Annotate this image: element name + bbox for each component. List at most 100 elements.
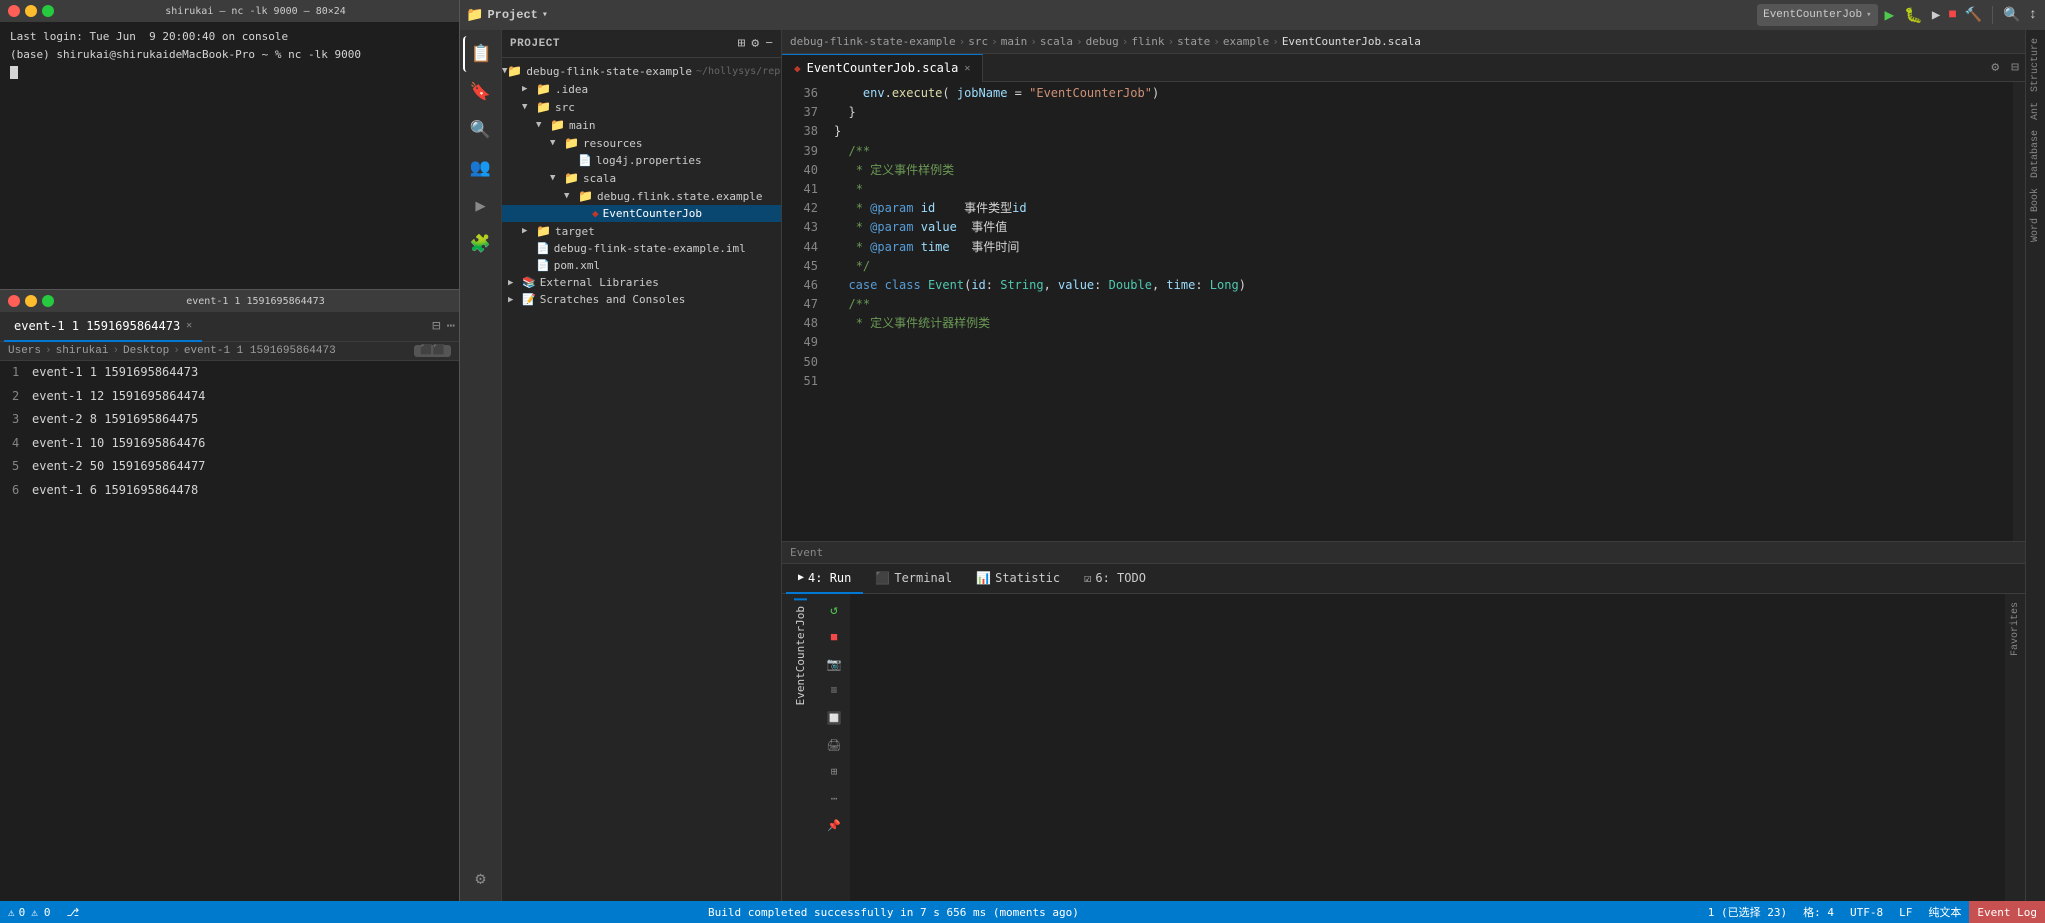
sidebar-item-project[interactable]: 📋	[463, 36, 499, 72]
event-log-tab-close[interactable]: ✕	[186, 320, 192, 331]
more-button[interactable]: ⋯	[822, 787, 846, 811]
tree-item-ext-libs[interactable]: ▶ 📚 External Libraries	[502, 274, 781, 291]
word-book-tab[interactable]: Word Book	[2030, 184, 2041, 246]
settings-icon[interactable]: ⚙	[1985, 60, 2005, 75]
run-tab-statistic[interactable]: 📊 Statistic	[964, 564, 1072, 594]
toggle-button[interactable]: ⬛⬛	[414, 345, 451, 357]
run-tab-terminal[interactable]: ⬛ Terminal	[863, 564, 964, 594]
bc-main[interactable]: main	[1001, 35, 1028, 48]
run-config-selector[interactable]: EventCounterJob ▾	[1757, 4, 1877, 26]
stop-button[interactable]: ■	[1946, 7, 1958, 23]
tree-item-root[interactable]: ▼ 📁 debug-flink-state-example ~/hollysys…	[502, 62, 781, 80]
filter-button[interactable]: 🔲	[822, 706, 846, 730]
bc-example[interactable]: example	[1223, 35, 1269, 48]
status-errors[interactable]: ⚠ 0 ⚠ 0	[0, 901, 59, 923]
sidebar-item-settings[interactable]: ⚙	[463, 861, 499, 897]
extlib-arrow: ▶	[508, 278, 522, 288]
bc-project[interactable]: debug-flink-state-example	[790, 35, 956, 48]
status-file-type[interactable]: 纯文本	[1920, 904, 1969, 920]
code-content[interactable]: 36 37 38 39 40 41 42 43 44 45 46 47	[782, 82, 2025, 541]
vcs-button[interactable]: ↕	[2027, 7, 2039, 23]
layout-icon[interactable]: ⊞	[738, 36, 746, 51]
scroll-end-button[interactable]: ≡	[822, 679, 846, 703]
bc-file[interactable]: EventCounterJob.scala	[1282, 35, 1421, 48]
right-tab-1[interactable]: Favorites	[2010, 598, 2021, 660]
status-encoding[interactable]: UTF-8	[1842, 906, 1891, 919]
run-button[interactable]: ▶	[1882, 5, 1898, 25]
minimize-icon[interactable]: −	[765, 36, 773, 51]
tree-item-eventcounter[interactable]: ◆ EventCounterJob	[502, 205, 781, 222]
tree-item-main[interactable]: ▼ 📁 main	[502, 116, 781, 134]
event-log-tab[interactable]: event-1 1 1591695864473 ✕	[4, 312, 202, 342]
run-config-dropdown[interactable]: ▾	[1866, 10, 1871, 20]
project-dropdown-icon[interactable]: ▾	[542, 9, 548, 21]
status-branch[interactable]: ⎇	[59, 901, 88, 923]
debug-button[interactable]: 🐛	[1901, 6, 1926, 25]
bc-flink[interactable]: flink	[1131, 35, 1164, 48]
sidebar-item-vcs[interactable]: 👥	[463, 150, 499, 186]
sidebar-item-bookmarks[interactable]: 🔖	[463, 74, 499, 110]
run-config-tab-label[interactable]: EventCounterJob	[794, 598, 807, 711]
bc-state[interactable]: state	[1177, 35, 1210, 48]
nc-tl-red[interactable]	[8, 5, 20, 17]
run-output[interactable]	[850, 594, 2005, 901]
editor-tab-active[interactable]: ◆ EventCounterJob.scala ✕	[782, 54, 983, 82]
search-button[interactable]: 🔍	[2001, 7, 2022, 24]
sidebar-item-search[interactable]: 🔍	[463, 112, 499, 148]
sidebar-item-plugins[interactable]: 🧩	[463, 226, 499, 262]
src-arrow: ▼	[522, 102, 536, 112]
sidebar-item-run[interactable]: ▶	[463, 188, 499, 224]
code-lines[interactable]: env.execute( jobName = "EventCounterJob"…	[826, 82, 2013, 541]
nc-terminal-content[interactable]: Last login: Tue Jun 9 20:00:40 on consol…	[0, 22, 459, 289]
bc-src[interactable]: src	[968, 35, 988, 48]
status-line-ending[interactable]: LF	[1891, 906, 1920, 919]
event-log-menu-icon[interactable]: ⋯	[447, 318, 455, 335]
settings-run-button[interactable]: 🖨	[822, 733, 846, 757]
run-with-coverage-button[interactable]: ▶	[1930, 7, 1942, 24]
cog-icon[interactable]: ⚙	[751, 36, 759, 51]
ant-tab[interactable]: Ant	[2030, 98, 2041, 124]
minimap[interactable]	[2013, 82, 2025, 541]
tree-item-package[interactable]: ▼ 📁 debug.flink.state.example	[502, 187, 781, 205]
tree-item-resources[interactable]: ▼ 📁 resources	[502, 134, 781, 152]
pin-button[interactable]: 📷	[822, 652, 846, 676]
expand-button[interactable]: ⊞	[822, 760, 846, 784]
filetree-body[interactable]: ▼ 📁 debug-flink-state-example ~/hollysys…	[502, 58, 781, 901]
structure-tab[interactable]: Structure	[2030, 34, 2041, 96]
stop-run-button[interactable]: ■	[822, 625, 846, 649]
run-tab-todo[interactable]: ☑ 6: TODO	[1072, 564, 1158, 594]
ev-tl-green[interactable]	[42, 295, 54, 307]
event-log-status-label: Event Log	[1977, 906, 2037, 919]
todo-tab-icon: ☑	[1084, 571, 1091, 585]
bc-debug[interactable]: debug	[1086, 35, 1119, 48]
ev-tl-red[interactable]	[8, 295, 20, 307]
status-line-col[interactable]: 1 (已选择 23)	[1700, 904, 1795, 920]
nc-tl-green[interactable]	[42, 5, 54, 17]
tree-item-pom[interactable]: 📄 pom.xml	[502, 257, 781, 274]
tree-item-idea[interactable]: ▶ 📁 .idea	[502, 80, 781, 98]
project-icon[interactable]: 📁	[466, 7, 483, 24]
tree-item-src[interactable]: ▼ 📁 src	[502, 98, 781, 116]
ev-tl-yellow[interactable]	[25, 295, 37, 307]
status-spaces[interactable]: 格: 4	[1795, 904, 1842, 920]
pin-tab-button[interactable]: 📌	[822, 814, 846, 838]
nc-terminal[interactable]: shirukai — nc -lk 9000 — 80×24 Last logi…	[0, 0, 459, 290]
nc-tl-yellow[interactable]	[25, 5, 37, 17]
build-button[interactable]: 🔨	[1963, 7, 1984, 24]
split-icon[interactable]: ⊟	[2005, 60, 2025, 75]
database-tab[interactable]: Database	[2030, 126, 2041, 182]
event-log-split-icon[interactable]: ⊟	[432, 318, 440, 335]
tab-close[interactable]: ✕	[964, 63, 970, 74]
tree-item-iml[interactable]: 📄 debug-flink-state-example.iml	[502, 240, 781, 257]
tree-item-scratches[interactable]: ▶ 📝 Scratches and Consoles	[502, 291, 781, 308]
tree-item-target[interactable]: ▶ 📁 target	[502, 222, 781, 240]
bc-scala[interactable]: scala	[1040, 35, 1073, 48]
run-tab-run[interactable]: ▶ 4: Run	[786, 564, 863, 594]
tree-item-scala[interactable]: ▼ 📁 scala	[502, 169, 781, 187]
pom-label: pom.xml	[554, 259, 600, 272]
event-list[interactable]: 1 event-1 1 1591695864473 2 event-1 12 1…	[0, 361, 459, 901]
status-event-log[interactable]: Event Log	[1969, 901, 2045, 923]
tree-item-log4j[interactable]: 📄 log4j.properties	[502, 152, 781, 169]
type-hint: Event	[790, 546, 823, 559]
rerun-button[interactable]: ↺	[822, 598, 846, 622]
